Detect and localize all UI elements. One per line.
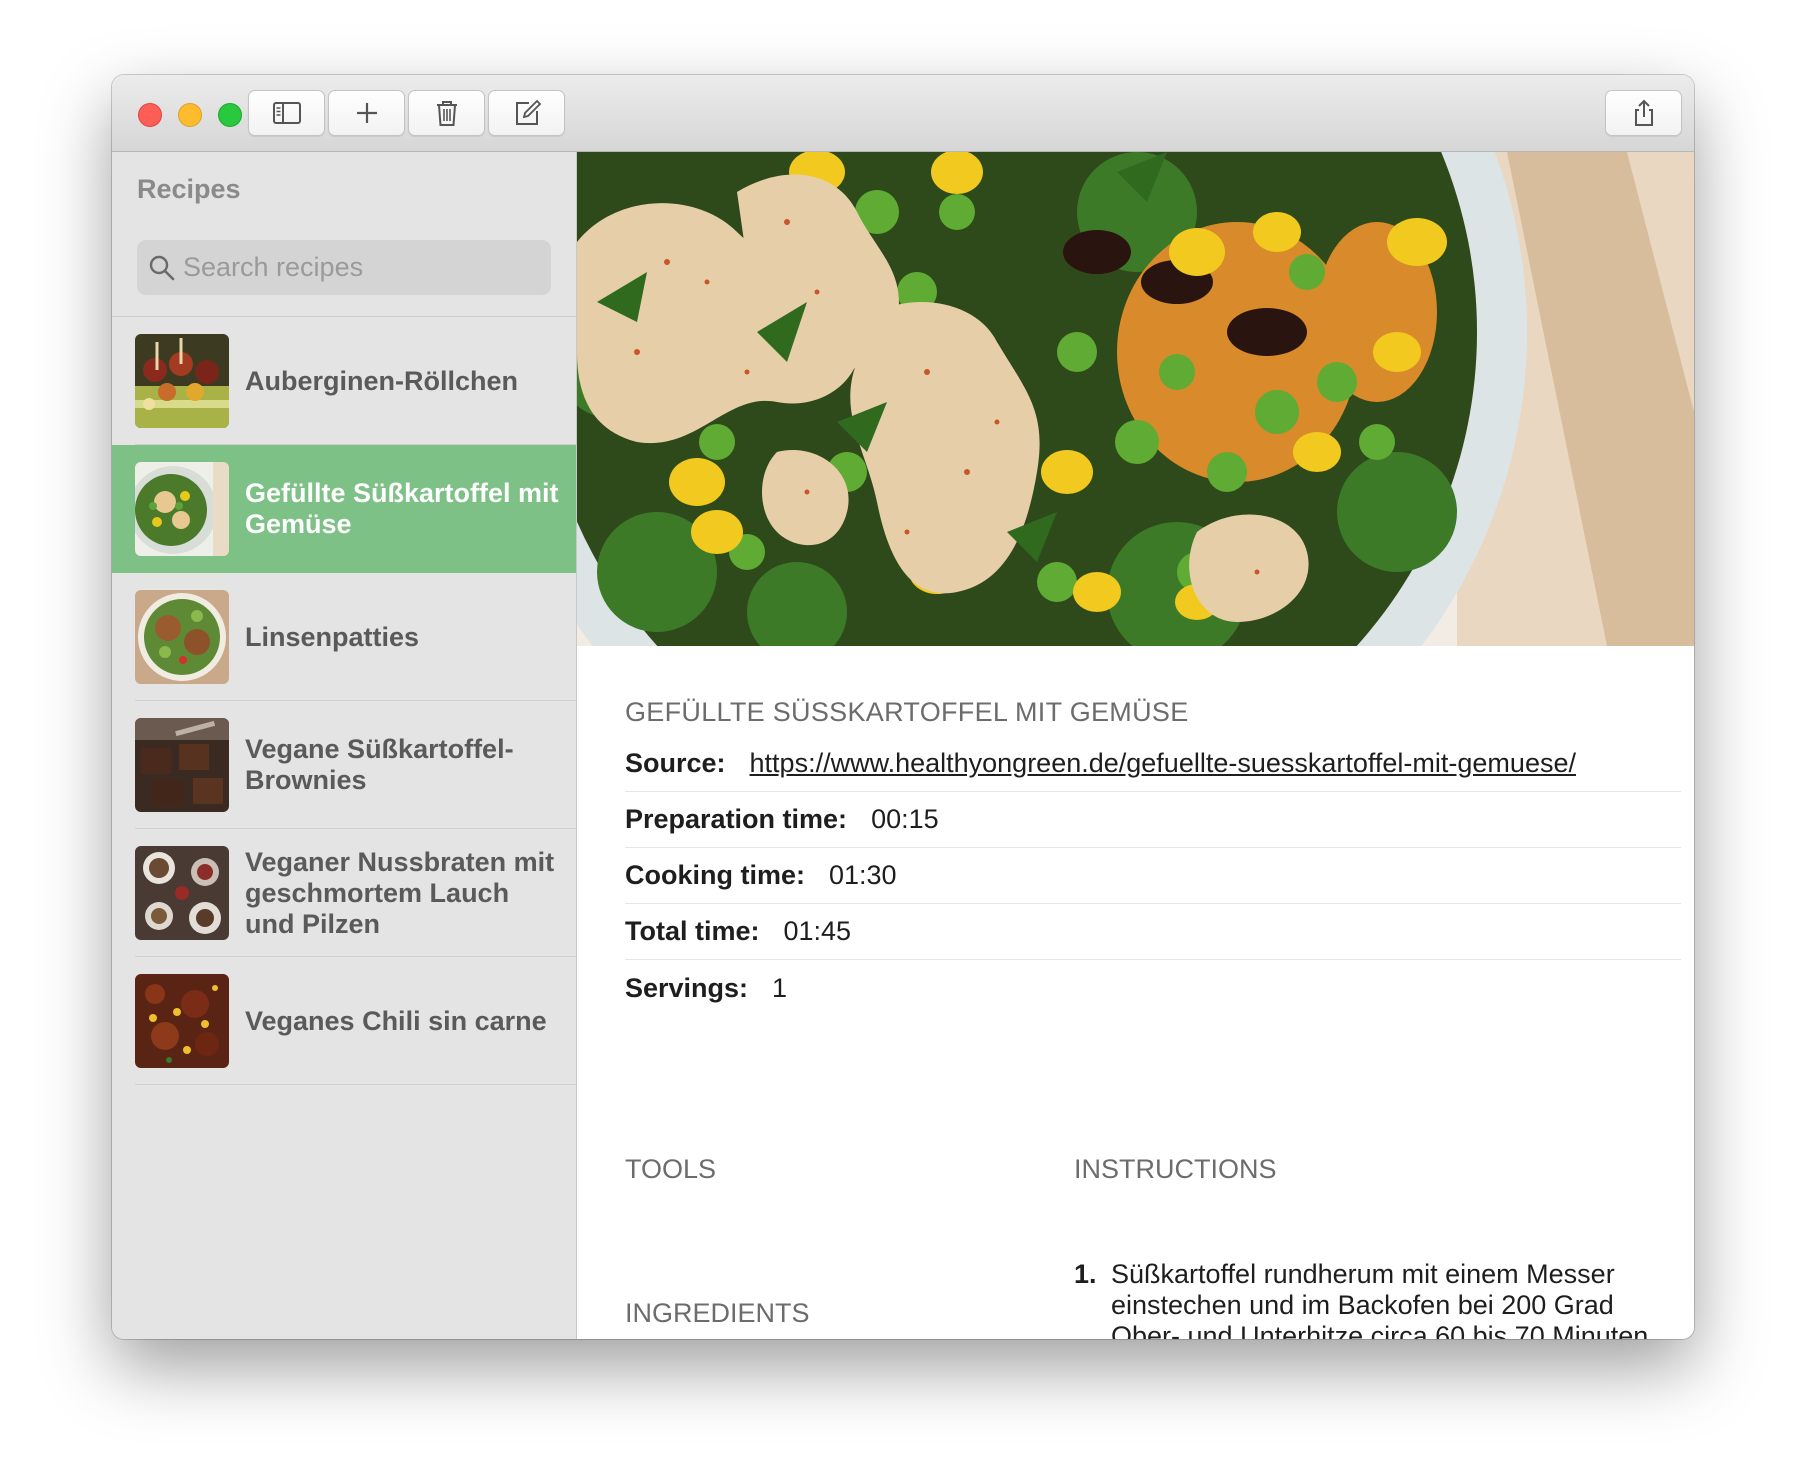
edit-recipe-button[interactable] xyxy=(488,90,565,136)
recipe-list-item-label: Linsenpatties xyxy=(245,621,420,652)
instructions-list: 1. Süßkartoffel rundherum mit einem Mess… xyxy=(1074,1259,1664,1339)
total-time-label: Total time: xyxy=(625,916,760,946)
sidebar: Recipes Search recipes Auberginen-Röllch… xyxy=(112,152,577,1339)
compose-icon xyxy=(515,99,541,125)
recipe-thumbnail xyxy=(135,846,229,940)
plus-icon xyxy=(356,103,377,123)
instruction-step-text: Süßkartoffel rundherum mit einem Messer … xyxy=(1111,1259,1649,1339)
instructions-heading: INSTRUCTIONS xyxy=(1074,1154,1277,1184)
share-icon xyxy=(1634,99,1653,126)
recipe-title: GEFÜLLTE SÜSSKARTOFFEL MIT GEMÜSE xyxy=(625,697,1189,727)
toggle-sidebar-button[interactable] xyxy=(248,90,325,136)
recipe-list-item[interactable]: Veganes Chili sin carne xyxy=(112,957,576,1085)
tools-heading: TOOLS xyxy=(625,1154,717,1184)
recipe-list-item[interactable]: Vegane Süßkartoffel-Brownies xyxy=(112,701,576,829)
servings-row: Servings: 1 xyxy=(625,960,1681,1016)
add-recipe-button[interactable] xyxy=(328,90,405,136)
recipe-list-item-label: Veganes Chili sin carne xyxy=(245,1005,547,1036)
recipe-list: Auberginen-Röllchen Gefüllte Süßkartoffe… xyxy=(112,317,576,1085)
recipe-list-item[interactable]: Linsenpatties xyxy=(112,573,576,701)
app-window: Recipes Search recipes Auberginen-Röllch… xyxy=(112,75,1694,1339)
close-window-button[interactable] xyxy=(138,103,162,127)
source-label: Source: xyxy=(625,748,726,778)
prep-time-value: 00:15 xyxy=(871,804,939,834)
source-link[interactable]: https://www.healthyongreen.de/gefuellte-… xyxy=(750,748,1576,779)
recipe-thumbnail xyxy=(135,718,229,812)
cook-time-value: 01:30 xyxy=(829,860,897,890)
search-input[interactable] xyxy=(183,252,543,283)
recipe-thumbnail xyxy=(135,590,229,684)
search-icon xyxy=(149,255,175,280)
recipe-list-item-label: Vegane Süßkartoffel-Brownies xyxy=(245,734,514,795)
ingredients-heading: INGREDIENTS xyxy=(625,1298,810,1328)
trash-icon xyxy=(436,101,457,126)
recipe-meta: Source: https://www.healthyongreen.de/ge… xyxy=(625,736,1681,1016)
recipe-list-item[interactable]: Auberginen-Röllchen xyxy=(112,317,576,445)
total-time-value: 01:45 xyxy=(783,916,852,946)
cook-time-label: Cooking time: xyxy=(625,860,805,890)
prep-time-label: Preparation time: xyxy=(625,804,848,834)
recipe-thumbnail xyxy=(135,462,229,556)
servings-value: 1 xyxy=(772,972,788,1003)
recipe-thumbnail xyxy=(135,334,229,428)
minimize-window-button[interactable] xyxy=(178,103,202,127)
sidebar-title: Recipes xyxy=(137,174,241,204)
recipe-list-item-selected[interactable]: Gefüllte Süßkartoffel mit Gemüse xyxy=(112,445,576,573)
recipe-list-item[interactable]: Veganer Nussbraten mit geschmortem Lauch… xyxy=(112,829,576,957)
share-button[interactable] xyxy=(1605,90,1682,136)
recipe-thumbnail xyxy=(135,974,229,1068)
delete-recipe-button[interactable] xyxy=(408,90,485,136)
total-time-row: Total time: 01:45 xyxy=(625,904,1681,960)
maximize-window-button[interactable] xyxy=(218,103,242,127)
search-field[interactable] xyxy=(137,240,551,295)
servings-label: Servings: xyxy=(625,972,749,1003)
cook-time-row: Cooking time: 01:30 xyxy=(625,848,1681,904)
sidebar-icon xyxy=(272,102,301,124)
instruction-step-number: 1. xyxy=(1074,1259,1097,1289)
recipe-detail: GEFÜLLTE SÜSSKARTOFFEL MIT GEMÜSE Source… xyxy=(577,152,1694,1339)
instruction-step: 1. Süßkartoffel rundherum mit einem Mess… xyxy=(1074,1259,1664,1339)
recipe-list-item-label: Gefüllte Süßkartoffel mit Gemüse xyxy=(245,478,559,539)
recipe-hero-image xyxy=(577,152,1694,646)
source-row: Source: https://www.healthyongreen.de/ge… xyxy=(625,736,1681,792)
prep-time-row: Preparation time: 00:15 xyxy=(625,792,1681,848)
toolbar xyxy=(112,75,1694,152)
recipe-list-item-label: Veganer Nussbraten mit geschmortem Lauch… xyxy=(245,846,555,939)
recipe-list-item-label: Auberginen-Röllchen xyxy=(245,365,519,396)
